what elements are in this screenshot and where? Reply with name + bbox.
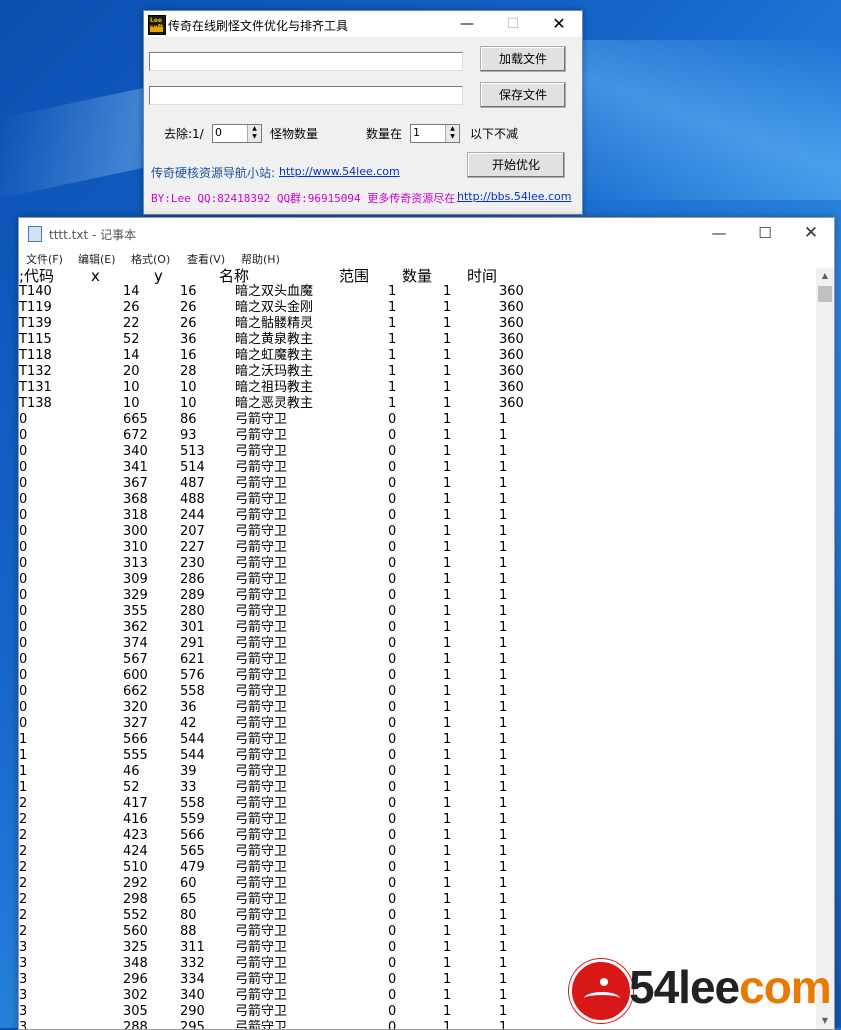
text-line: 0 327 42 弓箭守卫 0 1 1 (19, 716, 508, 731)
text-line: 0 367 487 弓箭守卫 0 1 1 (19, 476, 508, 491)
text-line: 2 560 88 弓箭守卫 0 1 1 (19, 924, 508, 939)
text-line: T138 10 10 暗之恶灵教主 1 1 360 (19, 396, 524, 411)
text-line: T119 26 26 暗之双头金刚 1 1 360 (19, 300, 524, 315)
text-line: 2 423 566 弓箭守卫 0 1 1 (19, 828, 508, 843)
nav-site-link[interactable]: http://www.54lee.com (279, 165, 400, 178)
spinner-arrows-icon[interactable]: ▲ ▼ (247, 125, 261, 142)
start-optimize-button[interactable]: 开始优化 (467, 152, 565, 178)
monster-count-label: 怪物数量 (270, 127, 319, 141)
text-line: 2 510 479 弓箭守卫 0 1 1 (19, 860, 508, 875)
text-line: 0 329 289 弓箭守卫 0 1 1 (19, 588, 508, 603)
text-line: T131 10 10 暗之祖玛教主 1 1 360 (19, 380, 524, 395)
text-line: 0 313 230 弓箭守卫 0 1 1 (19, 556, 508, 571)
save-file-path-input[interactable] (149, 86, 463, 105)
author-contact-label: BY:Lee QQ:82418392 QQ群:96915094 更多传奇资源尽在… (151, 192, 462, 205)
optimizer-window: Lee soft 传奇在线刷怪文件优化与排齐工具 — ☐ ✕ 加载文件 保存文件… (143, 10, 583, 215)
menu-view[interactable]: 查看(V) (187, 251, 225, 267)
menu-file[interactable]: 文件(F) (26, 251, 63, 267)
menu-edit[interactable]: 编辑(E) (78, 251, 116, 267)
spinner-arrows-icon[interactable]: ▲ ▼ (445, 125, 459, 142)
text-line: 0 300 207 弓箭守卫 0 1 1 (19, 524, 508, 539)
text-line: 2 416 559 弓箭守卫 0 1 1 (19, 812, 508, 827)
text-line: T115 52 36 暗之黄泉教主 1 1 360 (19, 332, 524, 347)
notepad-window: tttt.txt - 记事本 — ☐ ✕ 文件(F) 编辑(E) 格式(O) 查… (18, 217, 835, 1030)
text-line: 0 374 291 弓箭守卫 0 1 1 (19, 636, 508, 651)
below-no-reduce-label: 以下不减 (470, 127, 519, 141)
title-bar[interactable]: Lee soft 传奇在线刷怪文件优化与排齐工具 — ☐ ✕ (144, 11, 582, 37)
text-line: 0 662 558 弓箭守卫 0 1 1 (19, 684, 508, 699)
text-line: 2 292 60 弓箭守卫 0 1 1 (19, 876, 508, 891)
text-line: 0 567 621 弓箭守卫 0 1 1 (19, 652, 508, 667)
text-line: 0 362 301 弓箭守卫 0 1 1 (19, 620, 508, 635)
quantity-label: 数量在 (366, 127, 403, 141)
quantity-threshold-spinner[interactable]: 1 ▲ ▼ (410, 124, 460, 143)
desktop-light-streak (560, 40, 841, 200)
text-line: 1 555 544 弓箭守卫 0 1 1 (19, 748, 508, 763)
window-title: 传奇在线刷怪文件优化与排齐工具 (168, 19, 349, 33)
text-line: 0 341 514 弓箭守卫 0 1 1 (19, 460, 508, 475)
window-title: tttt.txt - 记事本 (49, 228, 137, 242)
header-line: ;代码 x y 名称 范围 数量 时间 (19, 268, 498, 285)
close-button[interactable]: ✕ (536, 11, 582, 37)
text-line: 0 340 513 弓箭守卫 0 1 1 (19, 444, 508, 459)
text-line: 3 325 311 弓箭守卫 0 1 1 (19, 940, 508, 955)
lee-soft-app-icon: Lee soft (148, 15, 166, 35)
text-line: 0 600 576 弓箭守卫 0 1 1 (19, 668, 508, 683)
text-line: 2 417 558 弓箭守卫 0 1 1 (19, 796, 508, 811)
maximize-button[interactable]: ☐ (490, 11, 536, 37)
scroll-thumb[interactable] (818, 286, 832, 302)
text-line: 1 46 39 弓箭守卫 0 1 1 (19, 764, 508, 779)
minimize-button[interactable]: — (696, 218, 742, 248)
text-line: 0 309 286 弓箭守卫 0 1 1 (19, 572, 508, 587)
text-line: 0 368 488 弓箭守卫 0 1 1 (19, 492, 508, 507)
text-line: 0 672 93 弓箭守卫 0 1 1 (19, 428, 508, 443)
notepad-icon (28, 226, 42, 242)
menu-bar: 文件(F) 编辑(E) 格式(O) 查看(V) 帮助(H) (19, 248, 834, 268)
remove-label: 去除:1/ (164, 127, 204, 141)
text-line: 1 52 33 弓箭守卫 0 1 1 (19, 780, 508, 795)
vertical-scrollbar[interactable]: ▲ ▼ (816, 268, 834, 1029)
load-file-button[interactable]: 加载文件 (480, 46, 566, 72)
save-file-button[interactable]: 保存文件 (480, 82, 566, 108)
text-line: 2 424 565 弓箭守卫 0 1 1 (19, 844, 508, 859)
text-editor-area[interactable]: ;代码 x y 名称 范围 数量 时间 T140 14 16 暗之双头血魔 1 1 360 T… (19, 268, 816, 1029)
bbs-link[interactable]: http://bbs.54lee.com (457, 190, 571, 203)
menu-format[interactable]: 格式(O) (131, 251, 170, 267)
text-line: 2 298 65 弓箭守卫 0 1 1 (19, 892, 508, 907)
text-line: T118 14 16 暗之虹魔教主 1 1 360 (19, 348, 524, 363)
site-watermark-logo: 54leecom (565, 955, 835, 1025)
text-line: T132 20 28 暗之沃玛教主 1 1 360 (19, 364, 524, 379)
text-line: 0 665 86 弓箭守卫 0 1 1 (19, 412, 508, 427)
nav-site-label: 传奇硬核资源导航小站: (151, 166, 276, 180)
load-file-path-input[interactable] (149, 52, 463, 71)
menu-help[interactable]: 帮助(H) (241, 251, 280, 267)
scroll-up-icon[interactable]: ▲ (816, 268, 834, 284)
title-bar[interactable]: tttt.txt - 记事本 — ☐ ✕ (19, 218, 834, 248)
text-line: 0 355 280 弓箭守卫 0 1 1 (19, 604, 508, 619)
close-button[interactable]: ✕ (788, 218, 834, 248)
text-line: 0 310 227 弓箭守卫 0 1 1 (19, 540, 508, 555)
text-line: 1 566 544 弓箭守卫 0 1 1 (19, 732, 508, 747)
text-line: T139 22 26 暗之骷髅精灵 1 1 360 (19, 316, 524, 331)
dragon-logo-icon (569, 959, 633, 1023)
text-line: 2 552 80 弓箭守卫 0 1 1 (19, 908, 508, 923)
maximize-button[interactable]: ☐ (742, 218, 788, 248)
text-line: 0 318 244 弓箭守卫 0 1 1 (19, 508, 508, 523)
minimize-button[interactable]: — (444, 11, 490, 37)
text-line: T140 14 16 暗之双头血魔 1 1 360 (19, 284, 524, 299)
remove-ratio-spinner[interactable]: 0 ▲ ▼ (212, 124, 262, 143)
text-line: 0 320 36 弓箭守卫 0 1 1 (19, 700, 508, 715)
